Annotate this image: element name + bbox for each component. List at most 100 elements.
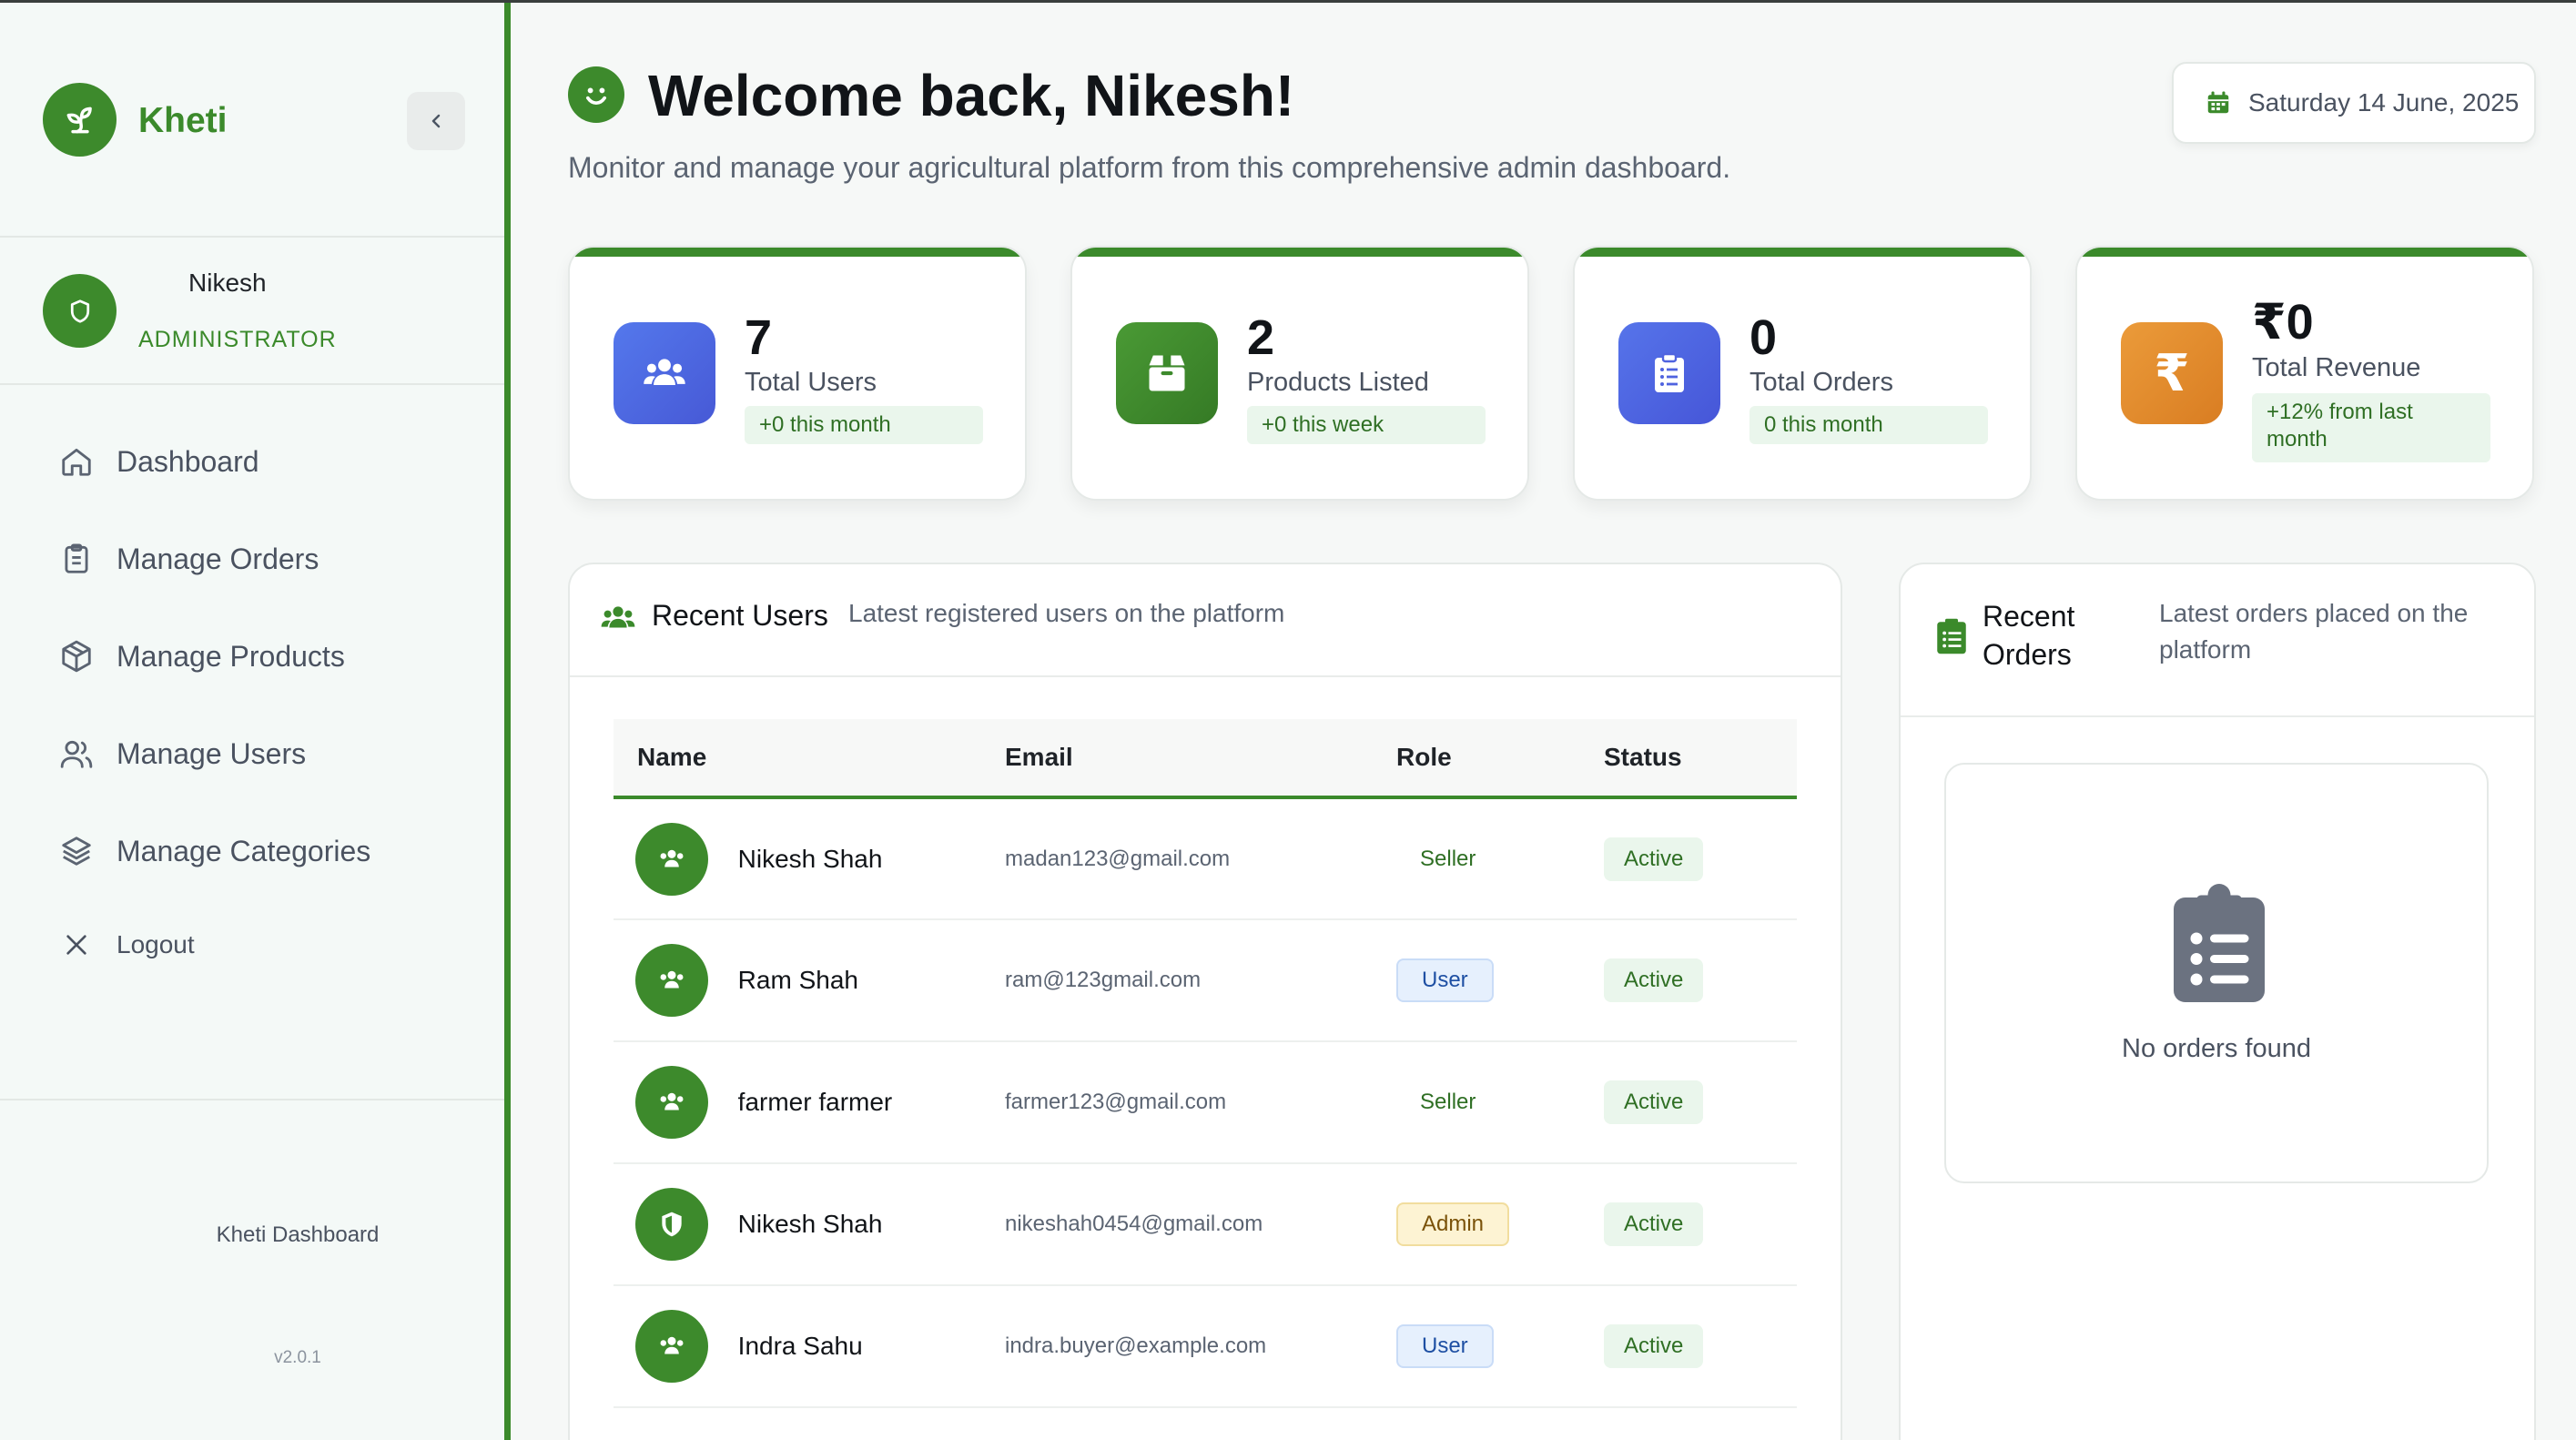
user-name: Nikesh bbox=[188, 269, 267, 297]
users-icon bbox=[56, 734, 96, 774]
stat-change: +0 this month bbox=[745, 406, 983, 444]
sidebar: Kheti Nikesh ADMINISTRATOR Dashboard Man… bbox=[0, 3, 511, 1440]
column-header-name[interactable]: Name bbox=[614, 719, 1005, 799]
smiley-icon bbox=[568, 66, 624, 123]
stat-label: Total Orders bbox=[1749, 368, 1893, 397]
panel-title: Recent Users bbox=[652, 599, 828, 632]
sidebar-item-users[interactable]: Manage Users bbox=[56, 726, 306, 781]
sidebar-user: Nikesh ADMINISTRATOR bbox=[0, 239, 504, 385]
stat-label: Products Listed bbox=[1247, 368, 1429, 397]
panel-title-line: Recent bbox=[1983, 600, 2075, 633]
sidebar-item-label: Logout bbox=[117, 930, 195, 958]
sidebar-item-dashboard[interactable]: Dashboard bbox=[56, 434, 259, 489]
user-name: Nikesh Shah bbox=[737, 844, 883, 873]
recent-orders-panel: Recent Orders Latest orders placed on th… bbox=[1899, 563, 2536, 1440]
table-row[interactable]: Ram Shah ram@123gmail.com User Active bbox=[614, 919, 1797, 1042]
collapse-sidebar-button[interactable] bbox=[407, 92, 465, 150]
role-badge: Admin bbox=[1396, 1202, 1510, 1246]
user-role: ADMINISTRATOR bbox=[138, 327, 337, 352]
sidebar-item-products[interactable]: Manage Products bbox=[56, 629, 345, 684]
stat-value: 0 bbox=[1749, 310, 1778, 365]
users-icon bbox=[601, 606, 635, 628]
sidebar-item-label: Manage Orders bbox=[117, 542, 319, 575]
brand-row: Kheti bbox=[0, 3, 504, 238]
box-icon bbox=[56, 636, 96, 676]
table-row[interactable]: Nikesh Shah madan123@gmail.com Seller Ac… bbox=[614, 797, 1797, 920]
empty-state-text: No orders found bbox=[2122, 1034, 2311, 1063]
panel-subtitle: Latest registered users on the platform bbox=[848, 599, 1285, 627]
role-cell: Admin bbox=[1396, 1163, 1604, 1286]
column-header-role[interactable]: Role bbox=[1396, 719, 1604, 799]
stat-card-users: 7 Total Users +0 this month bbox=[568, 246, 1027, 501]
user-email: nikeshah0454@gmail.com bbox=[1005, 1163, 1396, 1286]
status-badge: Active bbox=[1604, 837, 1704, 881]
sidebar-footer: Kheti Dashboard v2.0.1 bbox=[0, 1099, 504, 1440]
panel-header: Recent Users Latest registered users on … bbox=[570, 564, 1841, 677]
status-cell: Active bbox=[1604, 1163, 1797, 1286]
status-cell: Active bbox=[1604, 919, 1797, 1042]
table-row[interactable]: farmer farmer farmer123@gmail.com Seller… bbox=[614, 1041, 1797, 1164]
status-badge: Active bbox=[1604, 1080, 1704, 1124]
user-name: Ram Shah bbox=[737, 966, 858, 994]
user-email: farmer123@gmail.com bbox=[1005, 1041, 1396, 1164]
clipboard-icon bbox=[56, 539, 96, 579]
table-row[interactable]: Nikesh Shah nikeshah0454@gmail.com Admin… bbox=[614, 1163, 1797, 1286]
date-display: Saturday 14 June, 2025 bbox=[2172, 62, 2536, 144]
stat-value: 2 bbox=[1247, 310, 1275, 365]
status-cell: Active bbox=[1604, 797, 1797, 920]
users-icon bbox=[635, 822, 708, 896]
table-header-row: Name Email Role Status bbox=[614, 719, 1797, 799]
users-table: Name Email Role Status Nikesh Shah madan… bbox=[614, 719, 1797, 1408]
user-email: indra.buyer@example.com bbox=[1005, 1285, 1396, 1408]
users-icon bbox=[635, 1310, 708, 1383]
stat-label: Total Revenue bbox=[2252, 353, 2421, 382]
rupee-icon: ₹ bbox=[2121, 322, 2223, 424]
sidebar-item-label: Manage Categories bbox=[117, 834, 371, 867]
stat-value: 7 bbox=[745, 310, 773, 365]
home-icon bbox=[56, 441, 96, 482]
clipboard-list-icon bbox=[1937, 618, 1966, 654]
stat-value: ₹0 bbox=[2252, 295, 2314, 350]
status-badge: Active bbox=[1604, 1202, 1704, 1246]
page-subtitle: Monitor and manage your agricultural pla… bbox=[568, 151, 1731, 184]
sidebar-item-label: Manage Users bbox=[117, 736, 307, 770]
version-label: v2.0.1 bbox=[274, 1348, 321, 1367]
clipboard-list-icon bbox=[2174, 884, 2265, 1002]
sidebar-item-logout[interactable]: Logout bbox=[56, 918, 195, 972]
column-header-status[interactable]: Status bbox=[1604, 719, 1797, 799]
role-cell: User bbox=[1396, 1285, 1604, 1408]
user-cell: Ram Shah bbox=[614, 919, 1005, 1042]
role-cell: User bbox=[1396, 919, 1604, 1042]
status-cell: Active bbox=[1604, 1285, 1797, 1408]
role-badge: User bbox=[1396, 958, 1494, 1002]
sprout-icon bbox=[43, 83, 117, 157]
status-badge: Active bbox=[1604, 1324, 1704, 1368]
calendar-icon bbox=[2207, 91, 2229, 114]
stat-card-orders: 0 Total Orders 0 this month bbox=[1573, 246, 2032, 501]
stat-card-revenue: ₹ ₹0 Total Revenue +12% from last month bbox=[2075, 246, 2534, 501]
close-icon bbox=[56, 925, 96, 965]
role-badge: User bbox=[1396, 1324, 1494, 1368]
stat-card-products: 2 Products Listed +0 this week bbox=[1070, 246, 1529, 501]
user-cell: Nikesh Shah bbox=[614, 797, 1005, 920]
sidebar-item-orders[interactable]: Manage Orders bbox=[56, 532, 319, 586]
role-badge: Seller bbox=[1420, 1090, 1476, 1114]
user-email: ram@123gmail.com bbox=[1005, 919, 1396, 1042]
table-row[interactable]: Indra Sahu indra.buyer@example.com User … bbox=[614, 1285, 1797, 1408]
shield-icon bbox=[43, 274, 117, 348]
chevron-left-icon bbox=[431, 114, 441, 128]
sidebar-item-categories[interactable]: Manage Categories bbox=[56, 824, 370, 878]
stat-change: +0 this week bbox=[1247, 406, 1486, 444]
role-cell: Seller bbox=[1396, 797, 1604, 920]
empty-state: No orders found bbox=[1944, 763, 2489, 1183]
brand-name: Kheti bbox=[138, 101, 228, 140]
date-label: Saturday 14 June, 2025 bbox=[2248, 88, 2520, 117]
users-icon bbox=[635, 944, 708, 1017]
column-header-email[interactable]: Email bbox=[1005, 719, 1396, 799]
footer-title: Kheti Dashboard bbox=[216, 1222, 380, 1247]
sidebar-item-label: Dashboard bbox=[117, 444, 259, 478]
box-icon bbox=[1116, 322, 1218, 424]
user-cell: Nikesh Shah bbox=[614, 1163, 1005, 1286]
stat-change: +12% from last month bbox=[2252, 393, 2490, 462]
status-badge: Active bbox=[1604, 958, 1704, 1002]
